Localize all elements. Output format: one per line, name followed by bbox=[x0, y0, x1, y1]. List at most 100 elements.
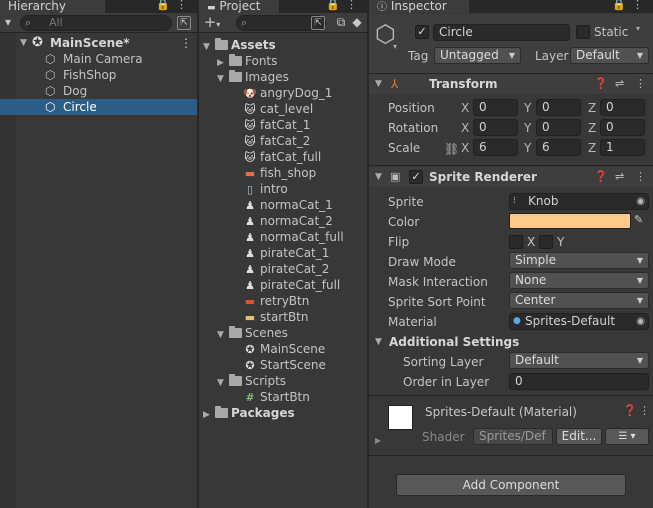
project-item-angrydog-1[interactable]: 🐶 angryDog_1 bbox=[231, 85, 332, 101]
project-item-startscene[interactable]: ✪ StartScene bbox=[231, 357, 326, 373]
more-menu-icon[interactable]: ⋮ bbox=[632, 0, 649, 11]
shader-options-button[interactable]: ☰ ▾ bbox=[605, 428, 649, 445]
draw-mode-dropdown[interactable]: Simple ▼ bbox=[509, 252, 649, 269]
project-item-startbtn[interactable]: ▬ startBtn bbox=[231, 309, 309, 325]
project-item-fatcat-full[interactable]: 🐱 fatCat_full bbox=[231, 149, 321, 165]
project-item-intro[interactable]: ▯ intro bbox=[231, 181, 288, 197]
project-item-assets[interactable]: ▼ Assets bbox=[203, 37, 276, 53]
help-icon[interactable]: ❓ bbox=[623, 404, 637, 417]
inspector-tab[interactable]: ⓘ Inspector bbox=[369, 0, 469, 13]
rotation-axis-label[interactable]: X bbox=[461, 120, 469, 136]
sorting-layer-dropdown[interactable]: Default ▼ bbox=[509, 352, 649, 369]
sort-point-dropdown[interactable]: Center ▼ bbox=[509, 292, 649, 309]
collapse-arrow-icon[interactable]: ▼ bbox=[375, 74, 382, 94]
expand-arrow-icon[interactable]: ▼ bbox=[217, 71, 229, 87]
constrain-proportions-icon[interactable]: ⛓ bbox=[444, 141, 459, 157]
position-axis-label[interactable]: Z bbox=[588, 100, 596, 116]
project-item-piratecat-2[interactable]: ♟ pirateCat_2 bbox=[231, 261, 329, 277]
lock-icon[interactable]: 🔒 bbox=[612, 0, 632, 11]
object-picker-icon[interactable]: ◉ bbox=[636, 314, 645, 329]
lock-icon[interactable]: 🔒 bbox=[326, 0, 346, 11]
rotation-y-field[interactable]: 0 bbox=[536, 119, 581, 136]
eyedropper-icon[interactable]: ✎ bbox=[634, 213, 643, 226]
more-menu-icon[interactable]: ⋮ bbox=[346, 0, 363, 11]
static-checkbox[interactable] bbox=[576, 25, 590, 39]
more-menu-icon[interactable]: ⋮ bbox=[176, 0, 193, 11]
project-item-normacat-1[interactable]: ♟ normaCat_1 bbox=[231, 197, 333, 213]
scene-row[interactable]: ▼ ✪ MainScene* ⋮ bbox=[0, 35, 197, 51]
hierarchy-search-input[interactable]: ⌕ All bbox=[20, 15, 172, 31]
rotation-axis-label[interactable]: Y bbox=[524, 120, 531, 136]
lock-icon[interactable]: 🔒 bbox=[156, 0, 176, 11]
sprite-renderer-header[interactable]: ▼ ▣ ✓ Sprite Renderer ❓ ⇌ ⋮ bbox=[369, 167, 653, 187]
project-item-fatcat-2[interactable]: 🐱 fatCat_2 bbox=[231, 133, 310, 149]
scale-x-field[interactable]: 6 bbox=[473, 139, 518, 156]
project-item-packages[interactable]: ▶ Packages bbox=[203, 405, 295, 421]
scale-y-field[interactable]: 6 bbox=[536, 139, 581, 156]
rotation-x-field[interactable]: 0 bbox=[473, 119, 518, 136]
component-menu-icon[interactable]: ⋮ bbox=[635, 74, 646, 94]
project-item-mainscene[interactable]: ✪ MainScene bbox=[231, 341, 325, 357]
add-asset-button[interactable]: +▾ bbox=[202, 15, 222, 31]
additional-settings-foldout[interactable]: Additional Settings bbox=[389, 334, 519, 350]
rotation-z-field[interactable]: 0 bbox=[600, 119, 645, 136]
collapse-arrow-icon[interactable]: ▼ bbox=[375, 167, 382, 187]
presets-icon[interactable]: ⇌ bbox=[615, 74, 624, 94]
help-icon[interactable]: ❓ bbox=[594, 167, 608, 187]
scale-axis-label[interactable]: Y bbox=[524, 140, 531, 156]
collapse-arrow-icon[interactable]: ▶ bbox=[203, 407, 215, 423]
transform-header[interactable]: ▼ ⅄ Transform ❓ ⇌ ⋮ bbox=[369, 74, 653, 94]
edit-shader-button[interactable]: Edit... bbox=[556, 428, 602, 445]
project-item-piratecat-1[interactable]: ♟ pirateCat_1 bbox=[231, 245, 329, 261]
hierarchy-item-dog[interactable]: ⬡ Dog bbox=[0, 83, 197, 99]
active-checkbox[interactable]: ✓ bbox=[415, 25, 429, 39]
position-y-field[interactable]: 0 bbox=[536, 99, 581, 116]
position-x-field[interactable]: 0 bbox=[473, 99, 518, 116]
flip-x-checkbox[interactable] bbox=[509, 235, 523, 249]
position-axis-label[interactable]: Y bbox=[524, 100, 531, 116]
help-icon[interactable]: ❓ bbox=[594, 74, 608, 94]
filter-label-icon[interactable]: ◆ bbox=[349, 15, 365, 31]
project-item-images[interactable]: ▼ Images bbox=[217, 69, 289, 85]
expand-arrow-icon[interactable]: ▶ bbox=[375, 436, 381, 445]
scale-z-field[interactable]: 1 bbox=[600, 139, 645, 156]
hierarchy-tab[interactable]: Hierarchy bbox=[0, 0, 105, 13]
shader-dropdown[interactable]: Sprites/Def bbox=[473, 428, 553, 445]
scale-axis-label[interactable]: X bbox=[461, 140, 469, 156]
hierarchy-item-main-camera[interactable]: ⬡ Main Camera bbox=[0, 51, 197, 67]
project-item-normacat-2[interactable]: ♟ normaCat_2 bbox=[231, 213, 333, 229]
static-dropdown-icon[interactable]: ▾ bbox=[636, 24, 640, 33]
component-menu-icon[interactable]: ⋮ bbox=[639, 404, 650, 417]
sprite-object-field[interactable]: ⁝ Knob ◉ bbox=[509, 193, 649, 210]
project-item-scenes[interactable]: ▼ Scenes bbox=[217, 325, 288, 341]
expand-arrow-icon[interactable]: ▼ bbox=[217, 327, 229, 343]
project-item-scripts[interactable]: ▼ Scripts bbox=[217, 373, 286, 389]
scale-axis-label[interactable]: Z bbox=[588, 140, 596, 156]
object-name-field[interactable]: Circle bbox=[433, 24, 570, 41]
material-object-field[interactable]: ● Sprites-Default ◉ bbox=[509, 313, 649, 330]
order-in-layer-field[interactable]: 0 bbox=[509, 373, 649, 390]
position-axis-label[interactable]: X bbox=[461, 100, 469, 116]
add-component-button[interactable]: Add Component bbox=[396, 474, 626, 496]
tag-dropdown[interactable]: Untagged ▼ bbox=[434, 47, 521, 64]
project-tab[interactable]: ▬ Project bbox=[199, 0, 279, 13]
expand-arrow-icon[interactable]: ▼ bbox=[203, 39, 215, 55]
flip-y-checkbox[interactable] bbox=[539, 235, 553, 249]
search-mode-icon[interactable]: ⇱ bbox=[311, 16, 325, 30]
project-item-normacat-full[interactable]: ♟ normaCat_full bbox=[231, 229, 344, 245]
expand-arrow-icon[interactable]: ▼ bbox=[217, 375, 229, 391]
component-menu-icon[interactable]: ⋮ bbox=[635, 167, 646, 187]
sprite-renderer-enabled-checkbox[interactable]: ✓ bbox=[409, 170, 423, 184]
mask-interaction-dropdown[interactable]: None ▼ bbox=[509, 272, 649, 289]
scene-search-icon[interactable]: ⇱ bbox=[177, 16, 191, 30]
position-z-field[interactable]: 0 bbox=[600, 99, 645, 116]
project-item-retrybtn[interactable]: ▬ retryBtn bbox=[231, 293, 310, 309]
project-tab-menu[interactable]: 🔒⋮ bbox=[326, 0, 363, 11]
expand-arrow-icon[interactable]: ▼ bbox=[20, 35, 27, 51]
hierarchy-tab-menu[interactable]: 🔒⋮ bbox=[156, 0, 193, 11]
hierarchy-item-fishshop[interactable]: ⬡ FishShop bbox=[0, 67, 197, 83]
project-item-fatcat-1[interactable]: 🐱 fatCat_1 bbox=[231, 117, 310, 133]
icon-picker-caret-icon[interactable]: ▾ bbox=[393, 42, 397, 51]
filter-type-icon[interactable]: ⧉ bbox=[333, 15, 349, 31]
collapse-arrow-icon[interactable]: ▼ bbox=[375, 334, 382, 350]
